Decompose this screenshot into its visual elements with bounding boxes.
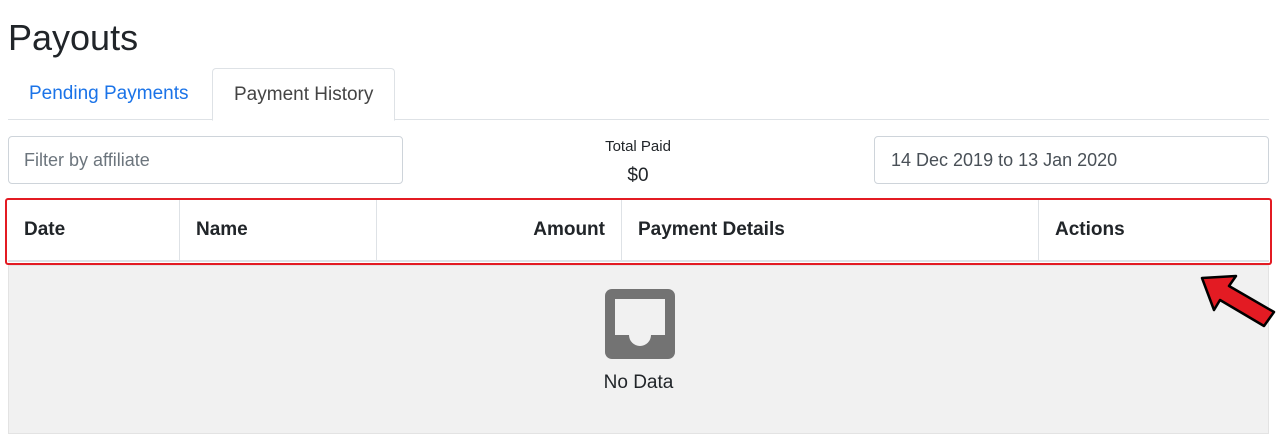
empty-state: No Data xyxy=(8,265,1269,434)
inbox-icon xyxy=(605,289,675,359)
date-range-picker[interactable]: 14 Dec 2019 to 13 Jan 2020 xyxy=(874,136,1269,184)
tab-payment-history[interactable]: Payment History xyxy=(212,68,396,121)
column-header-actions: Actions xyxy=(1055,219,1125,240)
total-paid-summary: Total Paid $0 xyxy=(538,136,738,194)
column-header-name[interactable]: Name xyxy=(180,200,377,260)
tabs-bar: Pending Payments Payment History xyxy=(8,68,1269,121)
total-paid-value: $0 xyxy=(627,165,649,186)
page-title: Payouts xyxy=(8,17,139,58)
column-header-payment-details[interactable]: Payment Details xyxy=(622,200,1039,260)
annotation-arrow-icon xyxy=(1200,274,1276,328)
column-header-date[interactable]: Date xyxy=(8,200,180,260)
filter-affiliate-input[interactable] xyxy=(8,136,403,184)
column-header-amount[interactable]: Amount xyxy=(377,200,622,260)
table-header: Date Name Amount Payment Details Actions xyxy=(8,200,1269,262)
tab-pending-payments[interactable]: Pending Payments xyxy=(8,68,210,120)
total-paid-label: Total Paid xyxy=(605,138,671,155)
empty-state-text: No Data xyxy=(603,372,674,393)
